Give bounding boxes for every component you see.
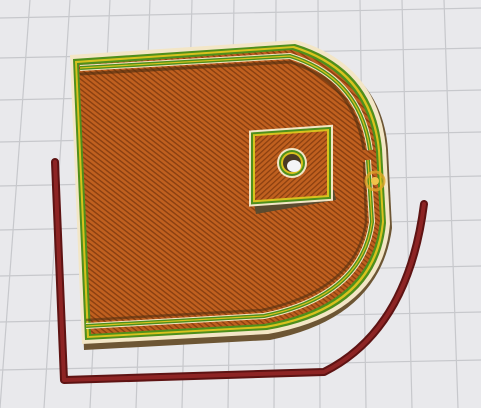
g-code-layer-preview[interactable] xyxy=(70,40,392,350)
gcode-preview-viewport[interactable] xyxy=(0,0,481,408)
square-boss-with-hole[interactable] xyxy=(249,124,336,214)
preview-canvas[interactable] xyxy=(0,0,481,408)
